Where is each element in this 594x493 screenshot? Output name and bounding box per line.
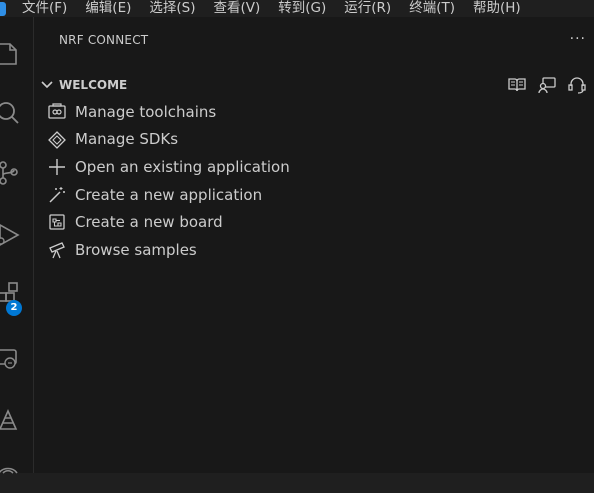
board-icon xyxy=(49,214,65,231)
magic-wand-icon xyxy=(49,186,65,203)
vscode-logo-icon xyxy=(0,1,6,16)
documentation-icon[interactable] xyxy=(506,75,528,95)
sdk-icon xyxy=(48,130,66,149)
toolchain-icon xyxy=(48,103,66,119)
source-control-icon[interactable] xyxy=(0,153,33,193)
feedback-icon[interactable] xyxy=(536,75,558,95)
welcome-item-label: Create a new board xyxy=(75,213,223,232)
welcome-item-open-application[interactable]: Open an existing application xyxy=(34,153,594,181)
welcome-item-manage-toolchains[interactable]: Manage toolchains xyxy=(34,98,594,126)
activity-bar: 2 xyxy=(0,17,34,474)
menu-view[interactable]: 查看(V) xyxy=(214,1,261,16)
welcome-item-browse-samples[interactable]: Browse samples xyxy=(34,236,594,264)
more-actions-button[interactable]: ··· xyxy=(570,31,586,47)
menu-bar: 文件(F) 编辑(E) 选择(S) 查看(V) 转到(G) 运行(R) 终端(T… xyxy=(0,0,594,17)
remote-explorer-icon[interactable] xyxy=(0,339,33,379)
welcome-list: Manage toolchains Manage SDKs Open an ex… xyxy=(34,98,594,264)
welcome-item-label: Open an existing application xyxy=(75,157,290,176)
telescope-icon xyxy=(49,242,65,259)
welcome-item-label: Manage SDKs xyxy=(75,130,179,149)
welcome-item-label: Create a new application xyxy=(75,185,263,204)
menu-file[interactable]: 文件(F) xyxy=(22,1,67,16)
panel-title: NRF CONNECT xyxy=(59,33,149,47)
chevron-down-icon xyxy=(41,81,53,89)
welcome-item-manage-sdks[interactable]: Manage SDKs xyxy=(34,126,594,154)
menu-edit[interactable]: 编辑(E) xyxy=(85,1,131,16)
plus-icon xyxy=(49,159,65,176)
panel-header: NRF CONNECT ··· xyxy=(34,17,594,52)
welcome-item-create-board[interactable]: Create a new board xyxy=(34,208,594,236)
welcome-item-label: Manage toolchains xyxy=(75,102,217,121)
welcome-item-create-application[interactable]: Create a new application xyxy=(34,181,594,209)
menu-go[interactable]: 转到(G) xyxy=(278,1,326,16)
menu-help[interactable]: 帮助(H) xyxy=(473,1,521,16)
devicetree-icon[interactable] xyxy=(0,453,33,493)
welcome-section-header[interactable]: WELCOME xyxy=(34,74,594,96)
menu-terminal[interactable]: 终端(T) xyxy=(409,1,455,16)
nrf-connect-icon[interactable] xyxy=(0,401,33,441)
search-icon[interactable] xyxy=(0,93,33,133)
section-actions xyxy=(506,75,588,95)
run-debug-icon[interactable] xyxy=(0,215,33,255)
support-icon[interactable] xyxy=(566,75,588,95)
menu-selection[interactable]: 选择(S) xyxy=(149,1,195,16)
menu-run[interactable]: 运行(R) xyxy=(344,1,391,16)
welcome-item-label: Browse samples xyxy=(75,240,197,259)
section-title: WELCOME xyxy=(59,78,128,92)
explorer-icon[interactable] xyxy=(0,35,33,75)
nrf-connect-panel: NRF CONNECT ··· WELCOME Manage toolchain… xyxy=(34,17,594,473)
extensions-badge: 2 xyxy=(6,300,22,316)
